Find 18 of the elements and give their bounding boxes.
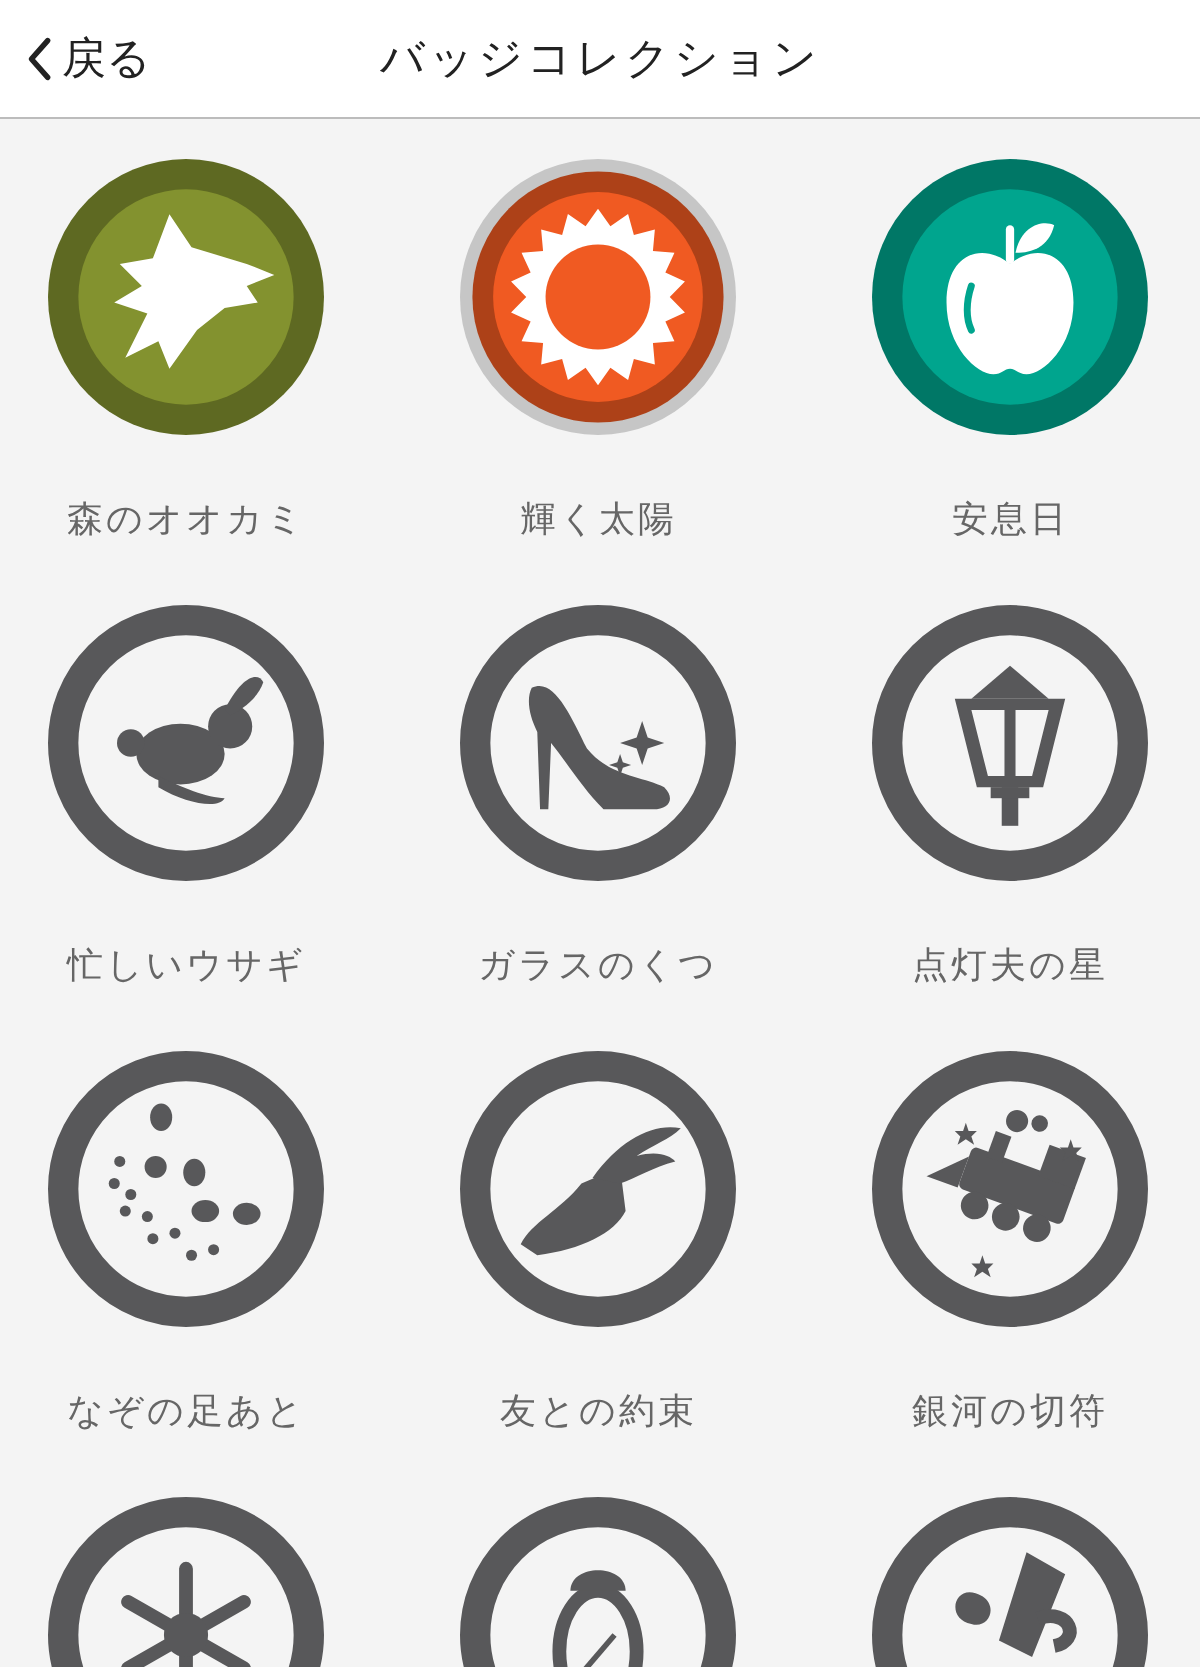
badge-name: 友との約束 bbox=[499, 1389, 697, 1433]
badge-name: 輝く太陽 bbox=[519, 497, 677, 541]
sun-badge-icon[interactable] bbox=[460, 159, 736, 435]
back-button[interactable]: 戻る bbox=[26, 28, 151, 89]
badge-name: 点灯夫の星 bbox=[912, 943, 1108, 987]
apple-badge-icon[interactable] bbox=[872, 159, 1148, 435]
footprints-badge-icon[interactable] bbox=[48, 1051, 324, 1327]
badge-name: 森のオオカミ bbox=[66, 497, 306, 541]
badge-name: 忙しいウサギ bbox=[66, 943, 306, 987]
badge-name: ガラスのくつ bbox=[478, 943, 718, 987]
screen-title: バッジコレクション bbox=[379, 31, 821, 85]
high-heel-badge-icon[interactable] bbox=[460, 605, 736, 881]
badge-name: なぞの足あと bbox=[66, 1389, 306, 1433]
winged-shoe-badge-icon[interactable] bbox=[460, 1051, 736, 1327]
badge-name: 安息日 bbox=[951, 497, 1069, 541]
street-lamp-badge-icon[interactable] bbox=[872, 605, 1148, 881]
train-badge-icon[interactable] bbox=[872, 1051, 1148, 1327]
badge-name: 銀河の切符 bbox=[912, 1389, 1108, 1433]
